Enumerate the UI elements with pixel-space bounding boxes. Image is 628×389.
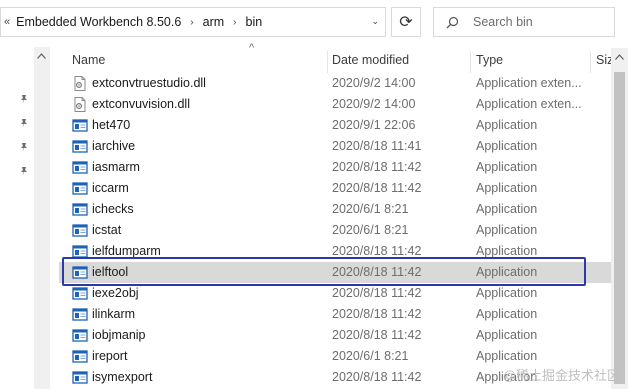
application-icon [72,182,88,195]
breadcrumb-item-embedded-workbench[interactable]: Embedded Workbench 8.50.6 [16,15,181,29]
refresh-icon: ⟳ [399,14,413,31]
file-row[interactable]: icstat 2020/6/1 8:21 Application [59,220,611,241]
file-row[interactable]: ireport 2020/6/1 8:21 Application [59,346,611,367]
search-icon [446,16,459,28]
file-date-modified: 2020/8/18 11:42 [332,286,422,300]
file-name: ilinkarm [92,307,136,321]
watermark: @稀土掘金技术社区 [502,368,620,383]
file-type: Application [476,307,538,321]
application-icon [72,371,88,384]
column-header-size[interactable]: Siz [596,48,611,73]
breadcrumb-separator-icon[interactable]: › [190,17,193,28]
file-type: Application [476,181,538,195]
dll-file-icon [74,97,86,112]
application-icon [72,140,88,153]
pin-icon [21,119,27,128]
file-type: Application exten... [476,76,582,90]
selection-highlight-box [62,257,586,286]
file-date-modified: 2020/8/18 11:42 [332,307,422,321]
application-icon [72,161,88,174]
file-date-modified: 2020/9/2 14:00 [332,97,416,111]
file-row[interactable]: extconvuvision.dll 2020/9/2 14:00 Applicat… [59,94,611,115]
file-type: Application [476,286,538,300]
application-icon [72,350,88,363]
file-row[interactable]: iexe2obj 2020/8/18 11:42 Application [59,283,611,304]
search-input[interactable] [471,14,595,30]
file-row[interactable]: ilinkarm 2020/8/18 11:42 Application [59,304,611,325]
breadcrumb-separator-icon[interactable]: › [233,17,236,28]
address-dropdown-icon[interactable]: ⌄ [371,16,379,27]
pin-icon [21,143,27,152]
file-date-modified: 2020/9/1 22:06 [332,118,416,132]
file-name: ireport [92,349,128,363]
file-name: iexe2obj [92,286,139,300]
file-name: icstat [92,223,122,237]
file-date-modified: 2020/9/2 14:00 [332,76,416,90]
application-icon [72,203,88,216]
file-row[interactable]: extconvtruestudio.dll 2020/9/2 14:00 Appli… [59,73,611,94]
file-name: extconvuvision.dll [92,97,190,111]
file-date-modified: 2020/6/1 8:21 [332,202,409,216]
file-list-scrollbar[interactable] [611,48,628,389]
file-type: Application [476,349,538,363]
file-date-modified: 2020/6/1 8:21 [332,223,409,237]
column-header-date-modified[interactable]: Date modified [332,48,470,73]
refresh-button[interactable]: ⟳ [391,7,421,37]
file-row[interactable]: iasmarm 2020/8/18 11:42 Application [59,157,611,178]
navigation-pane-scrollbar[interactable] [34,47,50,389]
file-row[interactable]: iarchive 2020/8/18 11:41 Application [59,136,611,157]
scroll-up-arrow-icon[interactable] [37,53,46,59]
pin-icon [21,95,27,104]
file-date-modified: 2020/6/1 8:21 [332,349,409,363]
file-name: ichecks [92,202,134,216]
file-name: het470 [92,118,131,132]
file-row[interactable]: het470 2020/9/1 22:06 Application [59,115,611,136]
recent-locations-chevron[interactable]: « [4,16,10,28]
file-name: iobjmanip [92,328,146,342]
breadcrumb-item-bin[interactable]: bin [246,15,263,29]
file-date-modified: 2020/8/18 11:42 [332,181,422,195]
file-name: iarchive [92,139,136,153]
file-type: Application exten... [476,97,582,111]
column-header-name[interactable]: Name [72,48,332,73]
file-name: iasmarm [92,160,140,174]
breadcrumb-item-arm[interactable]: arm [203,15,225,29]
pin-icon [21,167,27,176]
address-bar[interactable]: « Embedded Workbench 8.50.6 › arm › bin … [0,7,386,37]
file-date-modified: 2020/8/18 11:42 [332,160,422,174]
application-icon [72,329,88,342]
scroll-up-arrow-icon[interactable] [615,54,624,60]
file-name: isymexport [92,370,153,384]
file-type: Application [476,118,538,132]
column-header-type[interactable]: Type [476,48,596,73]
file-name: iccarm [92,181,129,195]
file-type: Application [476,160,538,174]
file-list[interactable]: extconvtruestudio.dll 2020/9/2 14:00 Appli… [59,73,611,389]
dll-file-icon [74,76,86,91]
file-type: Application [476,223,538,237]
search-box[interactable] [433,7,615,37]
file-type: Application [476,202,538,216]
application-icon [72,224,88,237]
column-header: ^ Name Date modified Type Siz [59,42,611,73]
file-date-modified: 2020/8/18 11:42 [332,328,422,342]
file-name: extconvtruestudio.dll [92,76,206,90]
scrollbar-thumb[interactable] [614,72,625,384]
application-icon [72,119,88,132]
file-type: Application [476,139,538,153]
application-icon [72,308,88,321]
file-row[interactable]: ichecks 2020/6/1 8:21 Application [59,199,611,220]
file-row[interactable]: iccarm 2020/8/18 11:42 Application [59,178,611,199]
file-date-modified: 2020/8/18 11:41 [332,139,422,153]
application-icon [72,287,88,300]
file-date-modified: 2020/8/18 11:42 [332,370,422,384]
file-type: Application [476,328,538,342]
file-row[interactable]: iobjmanip 2020/8/18 11:42 Application [59,325,611,346]
